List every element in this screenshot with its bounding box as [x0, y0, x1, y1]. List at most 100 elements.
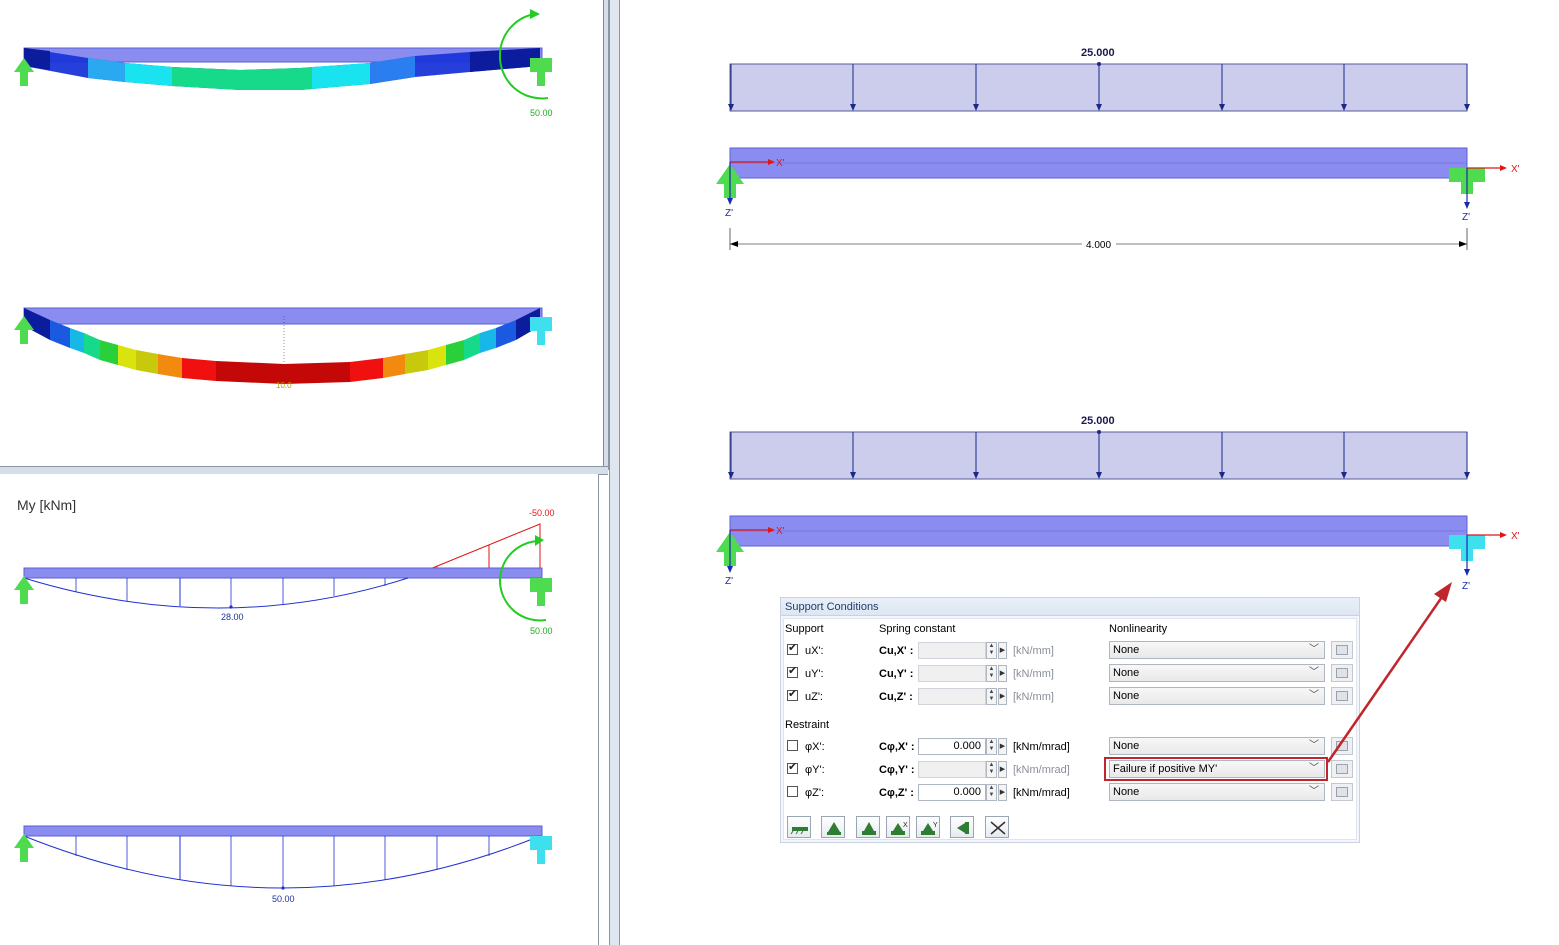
- axis-x-label-1b: X': [1511, 164, 1520, 175]
- check-mark-icon: ✔: [788, 761, 798, 773]
- axis-z-label-1a: Z': [725, 208, 733, 219]
- dialog-title: Support Conditions: [781, 598, 1359, 616]
- diagram-edit-icon: [1336, 787, 1348, 797]
- support-left-4: [14, 834, 34, 862]
- phix-nonlinearity-select[interactable]: None ﹀: [1109, 737, 1325, 755]
- phiz-checkbox[interactable]: [787, 786, 798, 797]
- cphiz-unit: [kNm/mrad]: [1013, 787, 1070, 799]
- right-beam-2: [729, 515, 1468, 547]
- support-roller-x-button[interactable]: X: [886, 816, 910, 838]
- axis-x-label-2b: X': [1511, 531, 1520, 542]
- column-support-header: Support: [785, 623, 824, 635]
- moment-mid-value-2: 50.00: [272, 894, 295, 904]
- svg-text:Y: Y: [933, 822, 938, 829]
- diagram-edit-icon: [1336, 645, 1348, 655]
- cphiy-label: Cφ,Y' :: [879, 764, 915, 776]
- cphiy-input[interactable]: [918, 761, 986, 778]
- cuy-input[interactable]: [918, 665, 986, 682]
- uz-label: uZ':: [805, 691, 823, 703]
- load-value-1: 25.000: [1081, 47, 1115, 59]
- side-support-icon: [957, 822, 969, 834]
- cphiz-spinner[interactable]: ▲ ▼: [986, 784, 997, 801]
- roller-x-support-icon: X: [891, 822, 908, 835]
- roller-y-support-icon: Y: [921, 822, 938, 835]
- beam-member: [23, 567, 543, 579]
- cux-unit: [kN/mm]: [1013, 645, 1054, 657]
- axis-z-label-1b: Z': [1462, 212, 1470, 223]
- cuz-spinner[interactable]: ▲ ▼: [986, 688, 997, 705]
- cphiz-label: Cφ,Z' :: [879, 787, 914, 799]
- uy-nonlinearity-select[interactable]: None ﹀: [1109, 664, 1325, 682]
- distributed-load-1: [728, 62, 1470, 112]
- phiz-edit-button[interactable]: [1331, 783, 1353, 801]
- cuz-input[interactable]: [918, 688, 986, 705]
- column-spring-header: Spring constant: [879, 623, 956, 635]
- check-mark-icon: ✔: [788, 688, 798, 700]
- cux-arrow-button[interactable]: ▶: [998, 642, 1007, 659]
- uz-nonlinearity-value: None: [1113, 690, 1140, 702]
- uy-edit-button[interactable]: [1331, 664, 1353, 682]
- cphiy-spinner[interactable]: ▲ ▼: [986, 761, 997, 778]
- reaction-value: 50.00: [530, 626, 553, 636]
- roller-support-icon: [862, 822, 876, 835]
- moment-panel-title: My [kNm]: [17, 497, 77, 513]
- phix-edit-button[interactable]: [1331, 737, 1353, 755]
- support-side-button[interactable]: [950, 816, 974, 838]
- ux-nonlinearity-select[interactable]: None ﹀: [1109, 641, 1325, 659]
- phix-nonlinearity-value: None: [1113, 740, 1140, 752]
- phix-checkbox[interactable]: [787, 740, 798, 751]
- chevron-down-icon: ﹀: [1309, 667, 1319, 678]
- cphix-spinner[interactable]: ▲ ▼: [986, 738, 997, 755]
- stress-contour-beam: [23, 307, 543, 384]
- diagram-edit-icon: [1336, 691, 1348, 701]
- distributed-load-2: [728, 430, 1470, 480]
- check-mark-icon: ✔: [788, 665, 798, 677]
- cphiz-input[interactable]: 0.000: [918, 784, 986, 801]
- right-beam-1: [729, 147, 1468, 179]
- cphix-input[interactable]: 0.000: [918, 738, 986, 755]
- support-hinged-button[interactable]: [787, 816, 811, 838]
- svg-text:X: X: [903, 822, 908, 829]
- chevron-down-icon: ﹀: [1309, 644, 1319, 655]
- phiz-nonlinearity-select[interactable]: None ﹀: [1109, 783, 1325, 801]
- chevron-down-icon: ﹀: [1309, 786, 1319, 797]
- cuz-label: Cu,Z' :: [879, 691, 913, 703]
- cuz-unit: [kN/mm]: [1013, 691, 1054, 703]
- uz-checkbox[interactable]: ✔: [787, 688, 798, 701]
- uy-checkbox[interactable]: ✔: [787, 665, 798, 678]
- cphix-arrow-button[interactable]: ▶: [998, 738, 1007, 755]
- cuz-arrow-button[interactable]: ▶: [998, 688, 1007, 705]
- uz-edit-button[interactable]: [1331, 687, 1353, 705]
- free-support-icon: [990, 821, 1006, 835]
- support-right-4: [530, 836, 552, 864]
- cux-spinner[interactable]: ▲ ▼: [986, 642, 997, 659]
- phiy-label: φY':: [805, 764, 825, 776]
- cux-input[interactable]: [918, 642, 986, 659]
- ux-nonlinearity-value: None: [1113, 644, 1140, 656]
- phix-label: φX':: [805, 741, 825, 753]
- support-roller-y-button[interactable]: Y: [916, 816, 940, 838]
- uz-nonlinearity-select[interactable]: None ﹀: [1109, 687, 1325, 705]
- moment-mid-value-1: 28.00: [221, 612, 244, 622]
- phiz-nonlinearity-value: None: [1113, 786, 1140, 798]
- support-roller-button[interactable]: [856, 816, 880, 838]
- nonlinearity-highlight: [1104, 757, 1328, 781]
- phiy-checkbox[interactable]: ✔: [787, 761, 798, 774]
- cuy-spinner[interactable]: ▲ ▼: [986, 665, 997, 682]
- diagram-edit-icon: [1336, 764, 1348, 774]
- ux-edit-button[interactable]: [1331, 641, 1353, 659]
- support-fixed-button[interactable]: [821, 816, 845, 838]
- cuy-arrow-button[interactable]: ▶: [998, 665, 1007, 682]
- beam-member: [23, 307, 543, 325]
- support-free-button[interactable]: [985, 816, 1009, 838]
- cphiy-arrow-button[interactable]: ▶: [998, 761, 1007, 778]
- cphix-label: Cφ,X' :: [879, 741, 915, 753]
- cphiz-arrow-button[interactable]: ▶: [998, 784, 1007, 801]
- hinged-support-icon: [790, 827, 808, 835]
- ux-checkbox[interactable]: ✔: [787, 642, 798, 655]
- load-value-2: 25.000: [1081, 415, 1115, 427]
- fixed-support-icon: [827, 822, 841, 835]
- phiy-edit-button[interactable]: [1331, 760, 1353, 778]
- chevron-down-icon: ﹀: [1309, 690, 1319, 701]
- ux-label: uX':: [805, 645, 824, 657]
